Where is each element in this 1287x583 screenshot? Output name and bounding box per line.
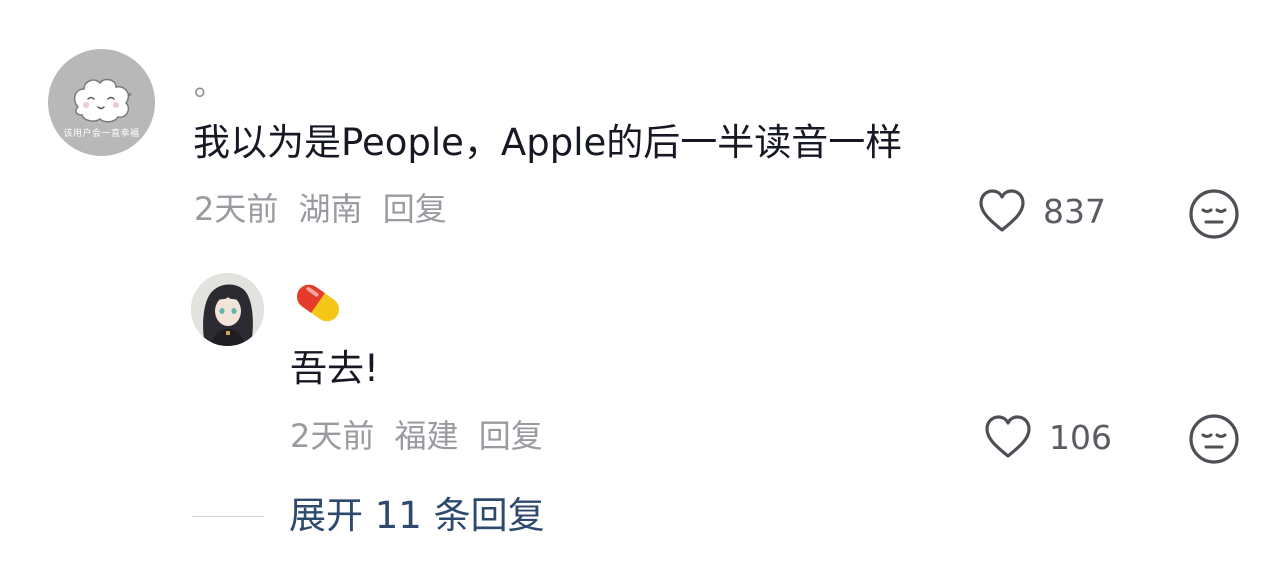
reply-time: 2天前 bbox=[290, 417, 375, 455]
reply-avatar[interactable] bbox=[191, 273, 264, 346]
heart-icon bbox=[979, 189, 1025, 232]
comment-username[interactable]: 。 bbox=[194, 66, 224, 106]
avatar-caption: 该用户会一直幸福 bbox=[63, 129, 140, 139]
reply-username[interactable] bbox=[290, 275, 346, 331]
reply-location: 福建 bbox=[394, 417, 459, 455]
like-count: 106 bbox=[1049, 417, 1112, 457]
neutral-face-icon bbox=[1189, 414, 1239, 464]
expand-replies-button[interactable]: 展开 11 条回复 bbox=[289, 492, 545, 540]
reply-text[interactable]: 吾去! bbox=[290, 346, 379, 392]
dislike-button[interactable] bbox=[1188, 188, 1240, 240]
like-button[interactable]: 106 bbox=[983, 414, 1112, 460]
comment-text[interactable]: 我以为是People，Apple的后一半读音一样 bbox=[193, 120, 902, 166]
reply-button[interactable]: 回复 bbox=[479, 417, 543, 455]
reply-meta: 2天前 福建 回复 bbox=[290, 414, 553, 458]
comment-time: 2天前 bbox=[194, 190, 279, 228]
dislike-button[interactable] bbox=[1188, 413, 1240, 465]
like-count: 837 bbox=[1043, 191, 1106, 231]
neutral-face-icon bbox=[1189, 189, 1239, 239]
heart-icon bbox=[985, 415, 1031, 458]
like-button[interactable]: 837 bbox=[977, 188, 1106, 234]
avatar[interactable]: 该用户会一直幸福 bbox=[48, 49, 155, 156]
pill-emoji bbox=[296, 284, 340, 322]
reply-button[interactable]: 回复 bbox=[383, 190, 447, 228]
anime-character-avatar bbox=[191, 273, 264, 346]
comment-location: 湖南 bbox=[298, 190, 363, 228]
expand-divider bbox=[192, 516, 264, 517]
comment-meta: 2天前 湖南 回复 bbox=[194, 187, 457, 231]
cartoon-face-icon bbox=[73, 78, 132, 123]
